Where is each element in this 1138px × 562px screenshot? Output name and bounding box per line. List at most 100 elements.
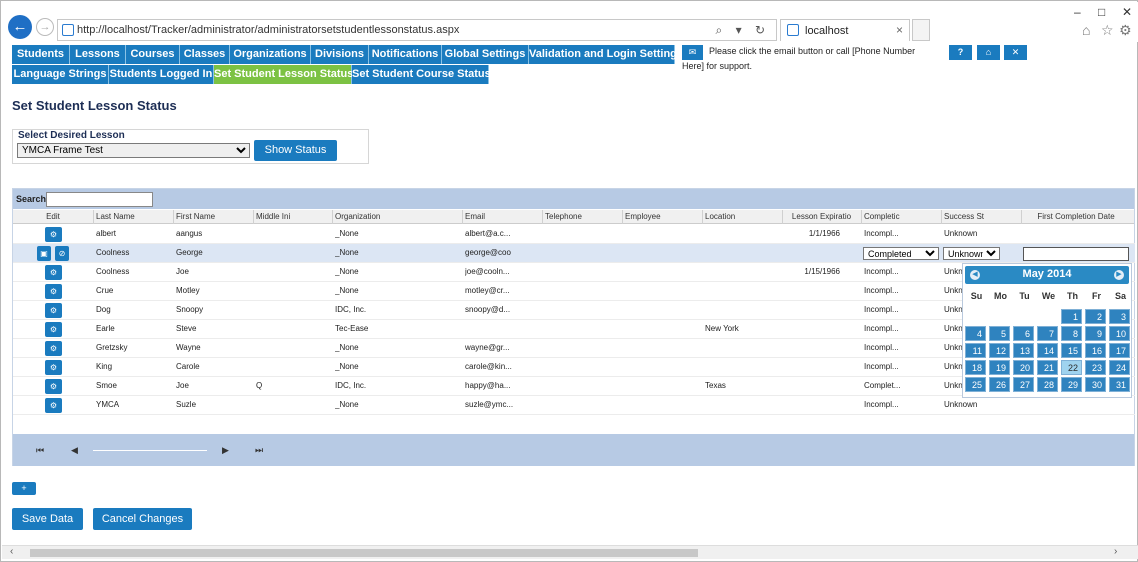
address-url[interactable]: http://localhost/Tracker/administrator/a… <box>77 24 459 36</box>
horizontal-scrollbar[interactable]: ‹ › <box>2 545 1138 559</box>
forward-arrow-icon[interactable]: → <box>36 18 54 36</box>
calendar-day[interactable]: 10 <box>1109 326 1130 341</box>
calendar-day[interactable]: 26 <box>989 377 1010 392</box>
edit-row-icon[interactable]: ⚙ <box>45 265 62 280</box>
settings-gear-icon[interactable]: ⚙ <box>1119 22 1132 39</box>
calendar-day[interactable]: 30 <box>1085 377 1106 392</box>
calendar-day[interactable]: 28 <box>1037 377 1058 392</box>
nav-language-strings[interactable]: Language Strings <box>12 65 109 84</box>
nav-courses[interactable]: Courses <box>126 45 180 64</box>
nav-validation-and-login-settings[interactable]: Validation and Login Settings <box>529 45 683 64</box>
calendar-day[interactable]: 20 <box>1013 360 1034 375</box>
column-divider[interactable] <box>542 210 543 224</box>
success-select[interactable]: Unknown <box>943 247 1000 260</box>
column-divider[interactable] <box>332 210 333 224</box>
nav-global-settings[interactable]: Global Settings <box>442 45 529 64</box>
lesson-select[interactable]: YMCA Frame Test <box>17 143 250 158</box>
logout-button[interactable]: ✕ <box>1004 45 1027 60</box>
calendar-day[interactable]: 25 <box>965 377 986 392</box>
maximize-icon[interactable]: □ <box>1098 5 1105 19</box>
cancel-row-icon[interactable]: ⊘ <box>55 246 69 261</box>
calendar-day[interactable]: 18 <box>965 360 986 375</box>
column-header[interactable]: Success St <box>944 212 1018 221</box>
column-divider[interactable] <box>622 210 623 224</box>
calendar-day[interactable]: 2 <box>1085 309 1106 324</box>
favorites-star-icon[interactable]: ☆ <box>1101 22 1114 39</box>
nav-students[interactable]: Students <box>12 45 70 64</box>
column-divider[interactable] <box>702 210 703 224</box>
search-refresh-icon[interactable]: ⌕ ▾ ↻ <box>716 23 770 38</box>
calendar-day[interactable]: 8 <box>1061 326 1082 341</box>
back-arrow-icon[interactable]: ← <box>8 15 32 39</box>
column-divider[interactable] <box>1021 210 1022 224</box>
column-header[interactable]: Telephone <box>545 212 619 221</box>
nav-set-student-lesson-status[interactable]: Set Student Lesson Status <box>214 65 353 84</box>
column-header[interactable]: Completic <box>864 212 938 221</box>
close-window-icon[interactable]: ✕ <box>1122 5 1132 19</box>
first-page-icon[interactable]: ⏮ <box>36 445 44 456</box>
column-header[interactable]: Lesson Expiratio <box>785 212 858 221</box>
column-header[interactable]: First Completion Date <box>1024 212 1128 221</box>
calendar-day[interactable]: 7 <box>1037 326 1058 341</box>
next-month-icon[interactable]: ▶ <box>1114 270 1124 280</box>
scroll-left-icon[interactable]: ‹ <box>10 546 13 557</box>
edit-row-icon[interactable]: ⚙ <box>45 341 62 356</box>
next-page-icon[interactable]: ▶ <box>222 445 229 456</box>
column-divider[interactable] <box>93 210 94 224</box>
calendar-day[interactable]: 9 <box>1085 326 1106 341</box>
add-row-button[interactable]: + <box>12 482 36 495</box>
column-header[interactable]: Organization <box>335 212 459 221</box>
calendar-day[interactable]: 17 <box>1109 343 1130 358</box>
edit-row-icon[interactable]: ⚙ <box>45 398 62 413</box>
column-header[interactable]: Edit <box>16 212 90 221</box>
calendar-day[interactable]: 24 <box>1109 360 1130 375</box>
column-header[interactable]: Location <box>705 212 779 221</box>
scroll-thumb[interactable] <box>30 549 698 557</box>
browser-tab[interactable]: localhost × <box>780 19 910 41</box>
column-header[interactable]: First Name <box>176 212 250 221</box>
column-divider[interactable] <box>173 210 174 224</box>
calendar-day[interactable]: 23 <box>1085 360 1106 375</box>
prev-page-icon[interactable]: ◀ <box>71 445 78 456</box>
nav-classes[interactable]: Classes <box>180 45 230 64</box>
calendar-day[interactable]: 4 <box>965 326 986 341</box>
table-row[interactable]: ⚙ YMCA Suzle _None suzle@ymc... Incompl... Unk… <box>13 396 1135 415</box>
edit-row-icon[interactable]: ⚙ <box>45 284 62 299</box>
edit-row-icon[interactable]: ⚙ <box>45 322 62 337</box>
table-row[interactable]: ⚙ albert aangus _None albert@a.c... 1/1/1966 I… <box>13 225 1135 244</box>
calendar-day[interactable]: 5 <box>989 326 1010 341</box>
calendar-day[interactable]: 3 <box>1109 309 1130 324</box>
column-divider[interactable] <box>861 210 862 224</box>
calendar-day[interactable]: 31 <box>1109 377 1130 392</box>
edit-row-icon[interactable]: ⚙ <box>45 227 62 242</box>
calendar-day[interactable]: 19 <box>989 360 1010 375</box>
page-slider[interactable] <box>93 450 207 451</box>
new-tab-button[interactable] <box>912 19 930 41</box>
calendar-day[interactable]: 16 <box>1085 343 1106 358</box>
completion-select[interactable]: Completed <box>863 247 939 260</box>
address-bar[interactable]: http://localhost/Tracker/administrator/a… <box>57 19 777 41</box>
search-input[interactable] <box>46 192 153 207</box>
save-row-icon[interactable]: ▣ <box>37 246 51 261</box>
calendar-day[interactable]: 12 <box>989 343 1010 358</box>
show-status-button[interactable]: Show Status <box>254 140 337 161</box>
column-divider[interactable] <box>462 210 463 224</box>
home-button[interactable]: ⌂ <box>977 45 1000 60</box>
column-header[interactable]: Employee <box>625 212 699 221</box>
calendar-day[interactable]: 21 <box>1037 360 1058 375</box>
nav-notifications[interactable]: Notifications <box>369 45 442 64</box>
first-completion-date-input[interactable] <box>1023 247 1129 261</box>
table-row[interactable]: ▣ ⊘ Coolness George _None george@coo Completed… <box>13 244 1135 263</box>
nav-divisions[interactable]: Divisions <box>311 45 369 64</box>
save-data-button[interactable]: Save Data <box>12 508 83 530</box>
calendar-day[interactable]: 27 <box>1013 377 1034 392</box>
cancel-changes-button[interactable]: Cancel Changes <box>93 508 192 530</box>
column-divider[interactable] <box>782 210 783 224</box>
calendar-day[interactable]: 6 <box>1013 326 1034 341</box>
column-header[interactable]: Email <box>465 212 539 221</box>
calendar-day[interactable]: 22 <box>1061 360 1082 375</box>
help-button[interactable]: ? <box>949 45 972 60</box>
calendar-day[interactable]: 11 <box>965 343 986 358</box>
column-divider[interactable] <box>253 210 254 224</box>
calendar-day[interactable]: 29 <box>1061 377 1082 392</box>
